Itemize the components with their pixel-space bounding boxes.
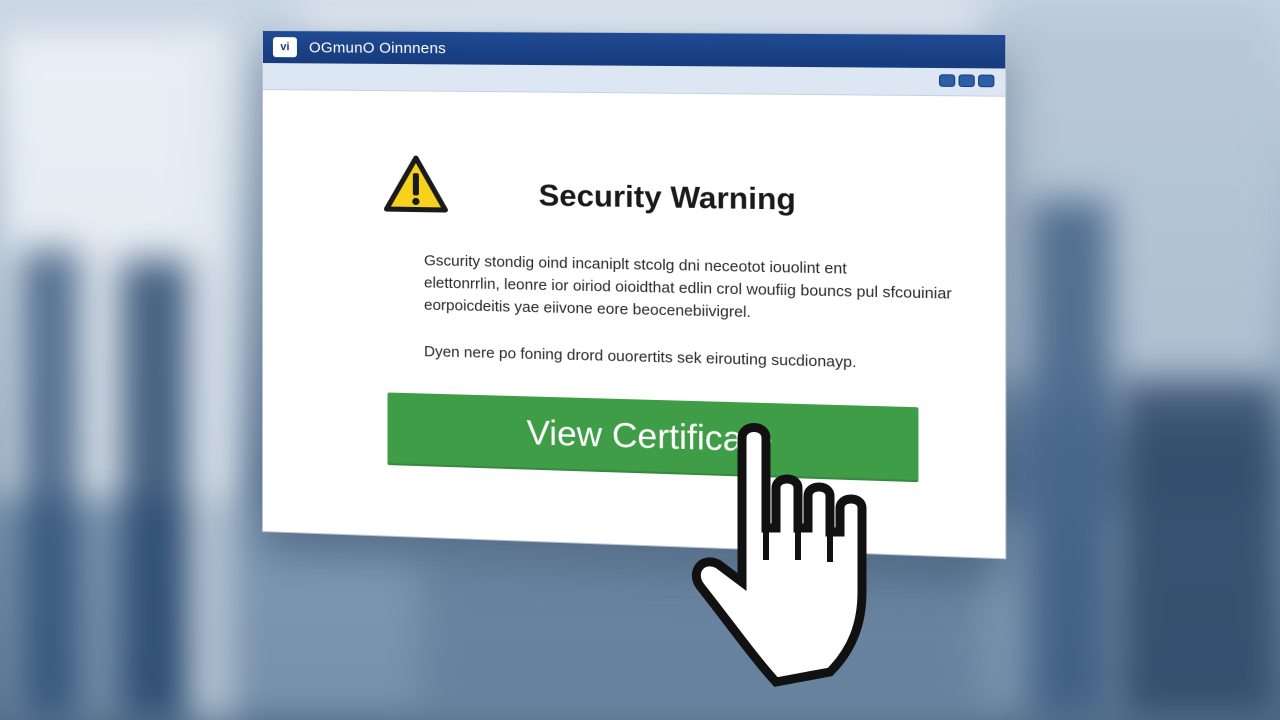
background-column	[120, 260, 200, 720]
dialog-heading: Security Warning	[538, 178, 796, 217]
window-controls	[938, 74, 995, 88]
background-column	[190, 40, 230, 720]
warning-triangle-icon	[383, 155, 448, 215]
warning-message: Gscurity stondig oind incaniplt stcolg d…	[424, 250, 952, 329]
maximize-button[interactable]	[958, 74, 975, 88]
close-button[interactable]	[978, 74, 995, 88]
background-furniture	[1120, 380, 1280, 720]
background-furniture	[990, 380, 1110, 520]
background-window	[980, 0, 1280, 420]
background-column	[20, 250, 80, 720]
secondary-message: Dyen nere po foning drord ouorertits sek…	[424, 342, 857, 372]
app-icon-text: vi	[280, 41, 290, 54]
hand-pointer-cursor-icon	[691, 423, 867, 687]
screen: vi OGmunO Oinnnens Security Warning Gscu…	[0, 0, 1280, 720]
window-title: OGmunO Oinnnens	[308, 38, 446, 57]
app-icon: vi	[272, 37, 297, 58]
minimize-button[interactable]	[938, 74, 956, 87]
